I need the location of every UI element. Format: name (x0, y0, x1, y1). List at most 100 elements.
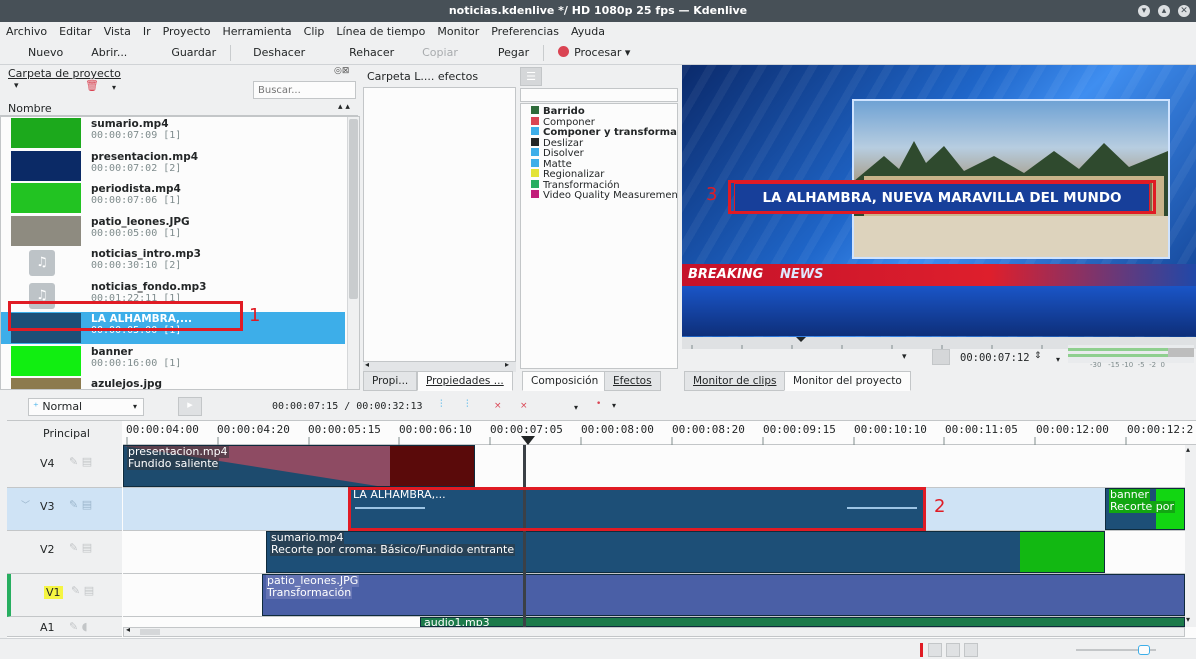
dock-buttons-icon[interactable]: ◎⊠ (334, 66, 349, 76)
zoom-slider-handle[interactable] (1138, 645, 1150, 655)
pegar-button[interactable]: Pegar (472, 46, 543, 59)
track-header-a1[interactable]: A1 ✎ ◖ (7, 617, 122, 637)
menu-preferencias[interactable]: Preferencias (491, 25, 559, 38)
bin-item[interactable]: ♫ noticias_intro.mp3 00:00:30:10 [2] (1, 247, 345, 279)
menu-archivo[interactable]: Archivo (6, 25, 47, 38)
delete-icon[interactable]: × (494, 401, 502, 411)
bin-item[interactable]: sumario.mp4 00:00:07:09 [1] (1, 117, 345, 149)
snap-button[interactable] (928, 643, 942, 657)
track-header-v2[interactable]: V2 ✎ ▤ (7, 531, 122, 574)
arrow-up-icon[interactable]: ▴ (1186, 445, 1190, 454)
effect-item[interactable]: Regionalizar (531, 169, 604, 180)
chevron-down-icon[interactable]: ▾ (612, 401, 616, 410)
procesar-button[interactable]: Procesar ▾ (544, 46, 644, 59)
effect-item[interactable]: Componer y transformar (531, 127, 677, 138)
arrow-right-icon[interactable]: ▸ (505, 360, 509, 369)
bin-item[interactable]: azulejos.jpg00:00:05:00 [1] (1, 377, 345, 389)
bin-item[interactable]: patio_leones.JPG 00:00:05:00 [1] (1, 215, 345, 247)
timeline-position[interactable]: 00:00:07:15 / 00:00:32:13 (272, 401, 423, 412)
menu-proyecto[interactable]: Proyecto (163, 25, 211, 38)
timeline-h-scrollbar[interactable]: ◂ (123, 625, 1185, 637)
fit-zoom-button[interactable] (964, 643, 978, 657)
menu-editar[interactable]: Editar (59, 25, 92, 38)
clip-presentacion[interactable]: presentacion.mp4 Fundido saliente (123, 445, 475, 487)
effect-item[interactable]: Componer (531, 116, 595, 128)
clip-sumario[interactable]: sumario.mp4 Recorte por croma: Básico/Fun… (266, 531, 1105, 573)
edit-mode-select[interactable]: ⁺ Normal ▾ (28, 398, 144, 416)
effect-item[interactable]: Transformación (531, 179, 620, 191)
deshacer-button[interactable]: Deshacer (231, 46, 319, 59)
chevron-down-icon[interactable]: ▾ (1056, 355, 1060, 364)
tab-propiedades[interactable]: Propiedades ... (417, 371, 513, 391)
rehacer-button[interactable]: Rehacer (319, 46, 408, 59)
tab-propi[interactable]: Propi... (363, 371, 418, 391)
effects-search-input[interactable] (520, 88, 678, 102)
bin-item[interactable]: banner 00:00:16:00 [1] (1, 345, 345, 377)
menu-vista[interactable]: Vista (104, 25, 131, 38)
chevron-down-icon[interactable]: ▾ (902, 352, 907, 362)
track-header-v4[interactable]: V4 ✎ ▤ (7, 445, 122, 488)
track-buttons-icon[interactable]: ✎ ▤ (71, 584, 94, 597)
bin-scrollbar[interactable] (347, 117, 359, 389)
bin-item[interactable]: periodista.mp4 00:00:07:06 [1] (1, 182, 345, 214)
bin-search-input[interactable] (253, 81, 356, 99)
bin-item[interactable]: presentacion.mp4 00:00:07:02 [2] (1, 150, 345, 182)
close-icon[interactable]: ✕ (1178, 5, 1190, 17)
clip-patio-leones[interactable]: patio_leones.JPG Transformación (262, 574, 1185, 616)
effect-item[interactable]: Disolver (531, 148, 584, 159)
tab-monitor-proyecto[interactable]: Monitor del proyecto (784, 371, 911, 391)
scrollbar-handle[interactable] (349, 119, 358, 299)
bin-column-header[interactable]: Nombre ▴ ▴ (0, 102, 358, 116)
menu-monitor[interactable]: Monitor (437, 25, 479, 38)
chevron-down-icon[interactable]: ▾ (574, 403, 578, 412)
delete-icon[interactable]: × (520, 401, 528, 411)
effect-item[interactable]: Matte (531, 158, 572, 170)
playhead-marker[interactable] (521, 436, 535, 445)
menu-clip[interactable]: Clip (304, 25, 325, 38)
effect-item[interactable]: Barrido (531, 106, 585, 117)
thumbnails-button[interactable] (946, 643, 960, 657)
menu-icon[interactable]: ☰ (520, 67, 542, 86)
guardar-button[interactable]: Guardar (141, 46, 230, 59)
chevron-down-icon[interactable]: ﹀ (21, 498, 30, 511)
menu-ir[interactable]: Ir (143, 25, 151, 38)
track-buttons-icon[interactable]: ✎ ▤ (69, 498, 92, 511)
effect-item[interactable]: Deslizar (531, 137, 583, 149)
menu-linea-de-tiempo[interactable]: Línea de tiempo (336, 25, 425, 38)
tab-monitor-clips[interactable]: Monitor de clips (684, 371, 786, 391)
zone-button[interactable] (932, 349, 950, 365)
clip-banner[interactable]: banner Recorte por (1105, 488, 1185, 530)
trash-icon[interactable]: 🗑 (85, 79, 99, 92)
play-icon[interactable]: ▸ (178, 397, 202, 416)
tab-efectos[interactable]: Efectos (604, 371, 661, 391)
track-header-v1[interactable]: V1 ✎ ▤ (7, 574, 122, 617)
track-buttons-icon[interactable]: ✎ ▤ (69, 455, 92, 468)
menu-ayuda[interactable]: Ayuda (571, 25, 605, 38)
effect-item[interactable]: Video Quality Measurement (531, 190, 677, 201)
chevron-down-icon[interactable]: ▾ (112, 83, 116, 92)
track-buttons-icon[interactable]: ✎ ◖ (69, 620, 88, 633)
arrow-left-icon[interactable]: ◂ (365, 360, 369, 369)
track-buttons-icon[interactable]: ✎ ▤ (69, 541, 92, 554)
split-icon[interactable]: ⫶ (440, 399, 443, 410)
track-header-v3[interactable]: ﹀ V3 ✎ ▤ (7, 488, 122, 531)
clip-audio1[interactable]: audio1.mp3 (420, 617, 1185, 627)
timeline-v-scrollbar[interactable]: ▴ ▾ (1185, 445, 1196, 627)
arrow-down-icon[interactable]: ▾ (1186, 615, 1190, 624)
insert-icon[interactable]: ⫶ (466, 399, 469, 410)
scrollbar-handle[interactable] (140, 629, 160, 635)
marker-icon[interactable]: • (596, 399, 601, 409)
minimize-icon[interactable]: ▾ (1138, 5, 1150, 17)
menu-herramienta[interactable]: Herramienta (222, 25, 291, 38)
maximize-icon[interactable]: ▴ (1158, 5, 1170, 17)
spinbox-arrows-icon[interactable]: ⇕ (1034, 351, 1042, 361)
arrow-left-icon[interactable]: ◂ (126, 625, 130, 634)
playhead-line[interactable] (523, 445, 526, 627)
nuevo-button[interactable]: Nuevo (0, 46, 77, 59)
sort-up-icon[interactable]: ▴ ▴ (338, 102, 350, 112)
chevron-down-icon[interactable]: ▾ (14, 81, 19, 91)
abrir-button[interactable]: Abrir... (77, 46, 141, 59)
tab-composicion[interactable]: Composición (522, 371, 608, 391)
copiar-button[interactable]: Copiar (408, 46, 472, 59)
monitor-timecode[interactable]: 00:00:07:12 (960, 352, 1030, 364)
